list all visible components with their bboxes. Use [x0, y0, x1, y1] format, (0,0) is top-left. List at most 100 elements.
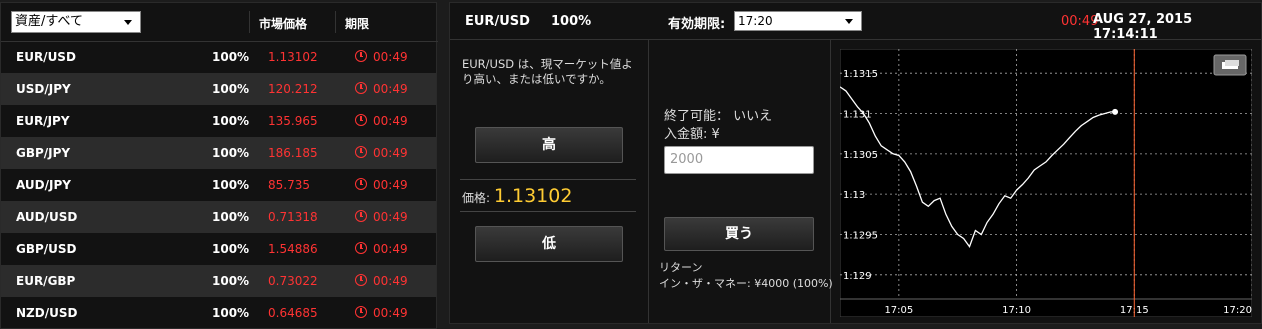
x-tick-label: 17:10	[1002, 305, 1031, 316]
market-expiry: 00:49	[373, 82, 408, 96]
market-expiry: 00:49	[373, 178, 408, 192]
market-expiry: 00:49	[373, 306, 408, 320]
market-expiry: 00:49	[373, 242, 408, 256]
clock-icon	[355, 306, 367, 318]
market-symbol: EUR/JPY	[16, 114, 70, 128]
market-price: 135.965	[268, 114, 318, 128]
market-payout: 100%	[212, 306, 250, 320]
market-price: 120.212	[268, 82, 318, 96]
clock-icon	[355, 242, 367, 254]
market-payout: 100%	[212, 178, 250, 192]
divider	[460, 179, 636, 180]
market-payout: 100%	[212, 114, 250, 128]
market-price: 1.13102	[268, 50, 318, 64]
market-payout: 100%	[212, 274, 250, 288]
market-expiry: 00:49	[373, 114, 408, 128]
chevron-down-icon	[845, 19, 853, 24]
clock-icon	[355, 50, 367, 62]
price-value: 1.13102	[493, 185, 573, 207]
market-symbol: AUD/USD	[16, 210, 78, 224]
trade-header: EUR/USD 100% 有効期限: 17:20 00:49 AUG 27, 2…	[450, 3, 1261, 42]
chart-plot-area	[840, 49, 1252, 317]
market-row[interactable]: AUD/USD 100% 0.71318 00:49	[1, 201, 436, 233]
market-row[interactable]: GBP/JPY 100% 186.185 00:49	[1, 137, 436, 169]
market-price: 0.73022	[268, 274, 318, 288]
close-possible: 終了可能： いいえ	[664, 109, 773, 124]
x-tick-label: 17:20	[1223, 305, 1252, 316]
divider	[249, 11, 250, 33]
asset-filter-value: 資産/すべて	[15, 14, 83, 29]
expiry-select[interactable]: 17:20	[734, 11, 862, 31]
market-symbol: GBP/USD	[16, 242, 77, 256]
expiry-label: 有効期限:	[668, 17, 726, 32]
order-column: 終了可能： いいえ 入金額: ¥ 2000 買う リターン イン・ザ・マネー: …	[649, 39, 833, 323]
price-label: 価格:	[462, 191, 491, 205]
market-price: 0.71318	[268, 210, 318, 224]
markets-panel: 資産/すべて 市場価格 期限 EUR/USD 100% 1.13102 00:49 US…	[0, 2, 438, 329]
y-tick-label: 1.1315	[843, 69, 878, 80]
divider	[335, 11, 336, 33]
col-header-price: 市場価格	[259, 17, 308, 31]
market-payout: 100%	[212, 210, 250, 224]
market-row[interactable]: AUD/JPY 100% 85.735 00:49	[1, 169, 436, 201]
market-symbol: AUD/JPY	[16, 178, 71, 192]
divider	[460, 211, 636, 212]
market-payout: 100%	[212, 50, 250, 64]
buy-button[interactable]: 買う	[664, 217, 814, 251]
high-button[interactable]: 高	[475, 127, 623, 163]
market-symbol: EUR/GBP	[16, 274, 76, 288]
market-row[interactable]: NZD/USD 100% 0.64685 00:49	[1, 297, 436, 329]
market-price: 186.185	[268, 146, 318, 160]
clock-icon	[355, 114, 367, 126]
market-row[interactable]: EUR/JPY 100% 135.965 00:49	[1, 105, 436, 137]
y-tick-label: 1.1305	[843, 150, 878, 161]
col-header-expiry: 期限	[345, 17, 370, 31]
current-price-point	[1112, 108, 1119, 115]
trade-symbol: EUR/USD	[465, 14, 530, 29]
y-tick-label: 1.129	[843, 271, 872, 282]
market-symbol: NZD/USD	[16, 306, 78, 320]
chevron-down-icon	[124, 20, 132, 25]
market-symbol: USD/JPY	[16, 82, 71, 96]
current-price: 価格: 1.13102	[462, 185, 572, 207]
market-expiry: 00:49	[373, 146, 408, 160]
clock-icon	[355, 178, 367, 190]
return-label: リターン	[659, 261, 703, 274]
trade-panel: EUR/USD 100% 有効期限: 17:20 00:49 AUG 27, 2…	[449, 2, 1262, 324]
trade-question: EUR/USD は、現マーケット値より高い、または低いですか。	[462, 57, 633, 86]
y-tick-label: 1.13	[843, 190, 865, 201]
y-tick-label: 1.1295	[843, 230, 878, 241]
asset-filter-select[interactable]: 資産/すべて	[11, 11, 141, 33]
market-row[interactable]: GBP/USD 100% 1.54886 00:49	[1, 233, 436, 265]
x-tick-label: 17:05	[884, 305, 913, 316]
amount-input[interactable]: 2000	[664, 146, 814, 174]
market-price: 85.735	[268, 178, 310, 192]
chart-type-icon[interactable]	[1213, 54, 1247, 76]
market-expiry: 00:49	[373, 210, 408, 224]
market-expiry: 00:49	[373, 274, 408, 288]
market-payout: 100%	[212, 242, 250, 256]
market-payout: 100%	[212, 82, 250, 96]
markets-header: 資産/すべて 市場価格 期限	[1, 3, 438, 42]
trade-payout: 100%	[551, 14, 592, 29]
market-row[interactable]: EUR/USD 100% 1.13102 00:49	[1, 41, 436, 73]
clock-icon	[355, 146, 367, 158]
expiry-value: 17:20	[738, 14, 773, 28]
clock-icon	[355, 210, 367, 222]
market-price: 0.64685	[268, 306, 318, 320]
in-the-money: イン・ザ・マネー: ¥4000 (100%)	[659, 277, 833, 290]
market-row[interactable]: EUR/GBP 100% 0.73022 00:49	[1, 265, 436, 297]
clock-icon	[355, 274, 367, 286]
market-expiry: 00:49	[373, 50, 408, 64]
clock-icon	[355, 82, 367, 94]
market-symbol: EUR/USD	[16, 50, 76, 64]
low-button[interactable]: 低	[475, 226, 623, 262]
deposit-label: 入金額: ¥	[664, 127, 720, 142]
market-row[interactable]: USD/JPY 100% 120.212 00:49	[1, 73, 436, 105]
market-price: 1.54886	[268, 242, 318, 256]
market-symbol: GBP/JPY	[16, 146, 71, 160]
datetime: AUG 27, 2015 17:14:11	[1093, 12, 1193, 42]
market-payout: 100%	[212, 146, 250, 160]
price-chart: 1.13151.1311.13051.131.12951.12917:05 17:…	[840, 49, 1252, 317]
direction-column: EUR/USD は、現マーケット値より高い、または低いですか。 高 価格: 1.…	[450, 39, 649, 323]
